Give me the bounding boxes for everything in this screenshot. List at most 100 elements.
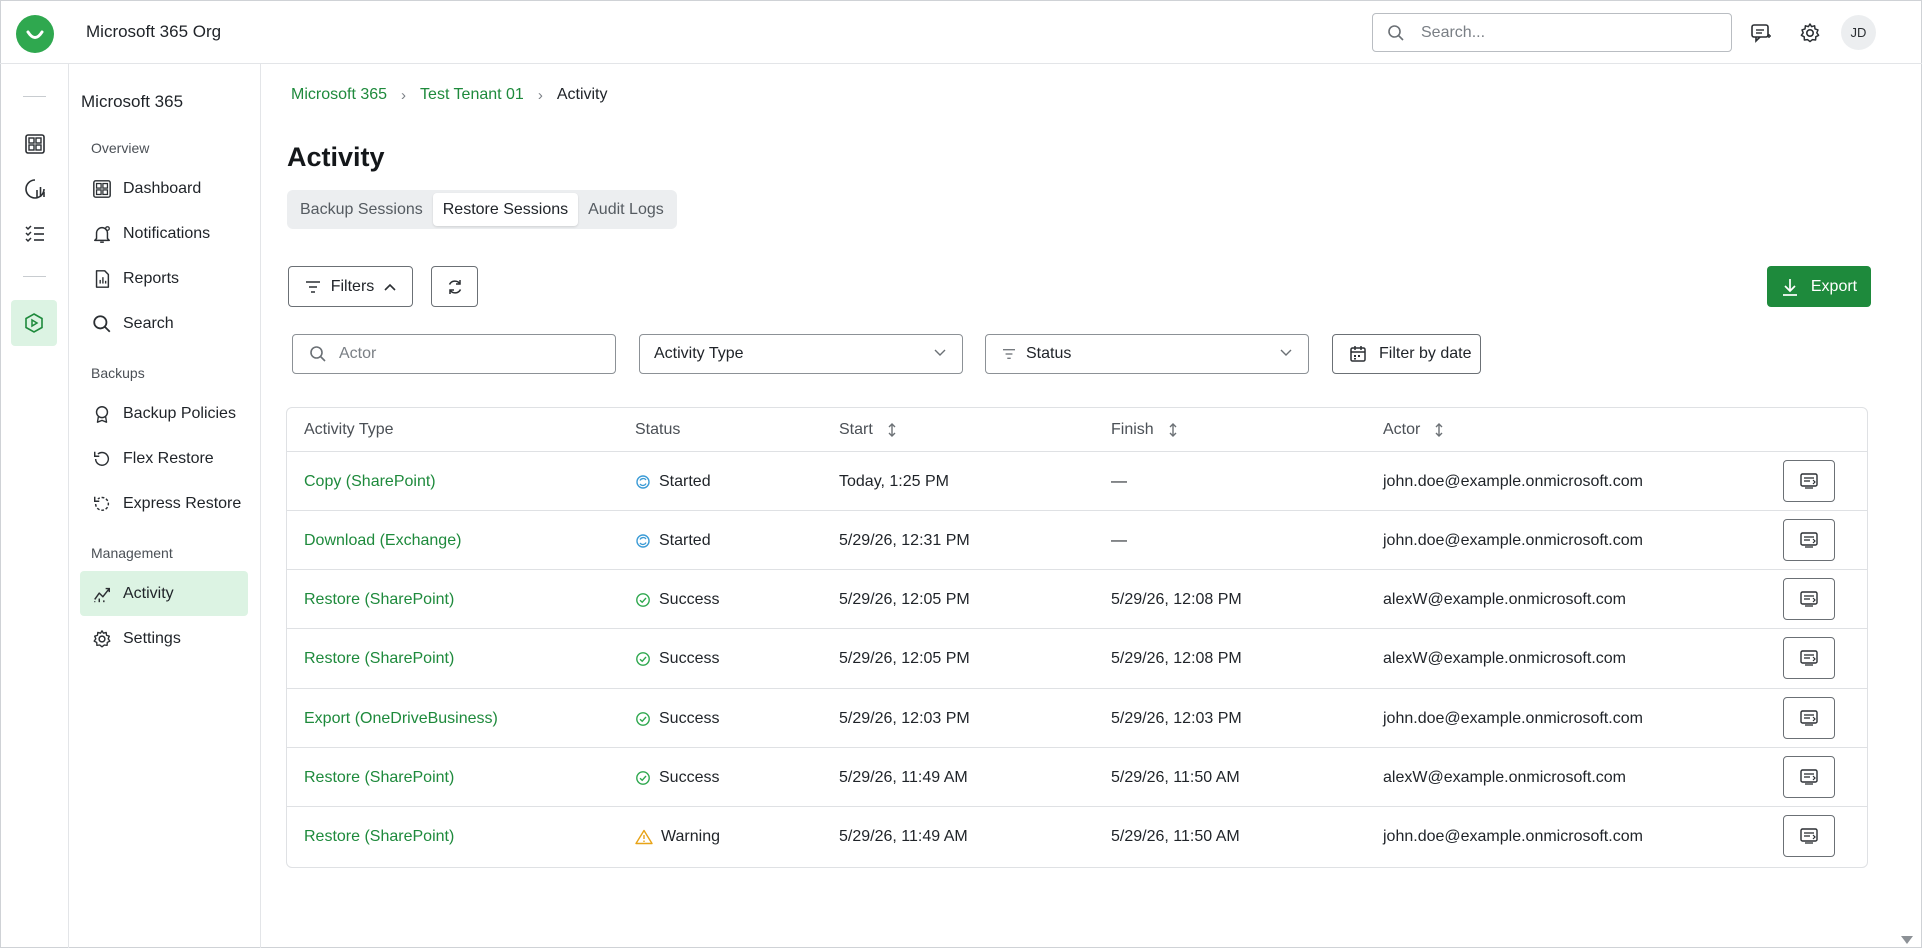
protect-icon[interactable] <box>11 300 57 346</box>
sidebar-item-express-restore[interactable]: Express Restore <box>80 481 248 526</box>
start-cell: Today, 1:25 PM <box>839 472 949 490</box>
sort-icon[interactable] <box>1168 422 1178 438</box>
activity-type-link[interactable]: Copy (SharePoint) <box>304 452 436 511</box>
actor-cell: alexW@example.onmicrosoft.com <box>1383 590 1626 608</box>
top-bar: Microsoft 365 Org JD <box>0 0 1922 64</box>
activity-type-link[interactable]: Restore (SharePoint) <box>304 807 454 866</box>
sidebar-item-activity[interactable]: Activity <box>80 571 248 616</box>
start-cell: 5/29/26, 12:05 PM <box>839 590 970 608</box>
finish-cell: 5/29/26, 11:50 AM <box>1111 827 1240 845</box>
checklist-icon[interactable] <box>23 222 47 246</box>
search-input[interactable] <box>1421 22 1711 44</box>
status-select[interactable]: Status <box>985 334 1309 374</box>
breadcrumb-current: Activity <box>556 86 608 103</box>
global-search[interactable] <box>1372 13 1732 52</box>
tab-audit-logs[interactable]: Audit Logs <box>578 193 674 226</box>
sidebar-item-notifications[interactable]: Notifications <box>80 211 248 256</box>
sidebar-item-label: Backup Policies <box>123 404 236 422</box>
view-details-button[interactable] <box>1783 815 1835 857</box>
details-icon <box>1799 472 1819 490</box>
sidebar-item-settings[interactable]: Settings <box>80 616 248 661</box>
sidebar-item-flex-restore[interactable]: Flex Restore <box>80 436 248 481</box>
start-cell: 5/29/26, 11:49 AM <box>839 768 968 786</box>
dashboard-icon[interactable] <box>23 132 47 156</box>
sidebar-item-label: Flex Restore <box>123 449 214 467</box>
column-header-label: Start <box>839 421 873 438</box>
tab-restore-sessions[interactable]: Restore Sessions <box>432 193 579 226</box>
view-details-button[interactable] <box>1783 460 1835 502</box>
table-row[interactable]: Restore (SharePoint) Success 5/29/26, 12:0… <box>287 569 1867 628</box>
actor-filter-input[interactable]: Actor <box>292 334 616 374</box>
details-icon <box>1799 827 1819 845</box>
view-details-button[interactable] <box>1783 637 1835 679</box>
sidebar-item-label: Activity <box>123 584 174 602</box>
view-details-button[interactable] <box>1783 578 1835 620</box>
finish-cell: 5/29/26, 11:50 AM <box>1111 768 1240 786</box>
status-label: Success <box>659 709 720 727</box>
success-icon <box>635 592 651 608</box>
activity-type-link[interactable]: Restore (SharePoint) <box>304 629 454 688</box>
export-button[interactable]: Export <box>1767 266 1871 307</box>
filters-button[interactable]: Filters <box>288 266 413 307</box>
finish-cell: 5/29/26, 12:08 PM <box>1111 649 1242 667</box>
column-header-activity-type: Activity Type <box>304 421 394 439</box>
sidebar-item-label: Dashboard <box>123 179 202 197</box>
scroll-down-icon[interactable] <box>1900 930 1914 948</box>
breadcrumb-link-tenant[interactable]: Test Tenant 01 <box>420 86 524 104</box>
section-overview: Overview <box>91 140 150 156</box>
app-logo[interactable] <box>16 15 54 53</box>
success-icon <box>635 711 651 727</box>
sort-icon[interactable] <box>1434 422 1444 438</box>
in-progress-icon <box>635 533 651 549</box>
activity-type-select[interactable]: Activity Type <box>639 334 963 374</box>
feedback-icon[interactable] <box>1748 20 1774 46</box>
refresh-button[interactable] <box>431 266 478 307</box>
org-name[interactable]: Microsoft 365 Org <box>86 22 221 42</box>
column-header-actor[interactable]: Actor <box>1383 421 1444 439</box>
sidebar-item-reports[interactable]: Reports <box>80 256 248 301</box>
chevron-down-icon <box>934 349 946 357</box>
sidebar-item-backup-policies[interactable]: Backup Policies <box>80 391 248 436</box>
start-cell: 5/29/26, 12:31 PM <box>839 531 970 549</box>
table-row[interactable]: Restore (SharePoint) Success 5/29/26, 12:0… <box>287 628 1867 687</box>
calendar-icon <box>1349 345 1367 363</box>
table-row[interactable]: Restore (SharePoint) Success 5/29/26, 11:4… <box>287 747 1867 806</box>
chevron-up-icon <box>384 283 396 291</box>
table-row[interactable]: Download (Exchange) Started 5/29/26, 12:31… <box>287 510 1867 569</box>
analytics-icon[interactable] <box>23 177 47 201</box>
sidebar-item-search[interactable]: Search <box>80 301 248 346</box>
view-details-button[interactable] <box>1783 519 1835 561</box>
status-label: Success <box>659 649 720 667</box>
search-icon <box>1387 24 1405 47</box>
sidebar-item-dashboard[interactable]: Dashboard <box>80 166 248 211</box>
filter-by-date-label: Filter by date <box>1379 345 1472 362</box>
in-progress-icon <box>635 474 651 490</box>
column-header-status: Status <box>635 421 680 439</box>
sidebar-item-label: Search <box>123 314 174 332</box>
activity-type-link[interactable]: Restore (SharePoint) <box>304 570 454 629</box>
activity-type-link[interactable]: Export (OneDriveBusiness) <box>304 689 498 748</box>
gear-icon[interactable] <box>1797 20 1823 46</box>
table-row[interactable]: Restore (SharePoint) Warning 5/29/26, 11:4… <box>287 806 1867 865</box>
view-details-button[interactable] <box>1783 756 1835 798</box>
column-header-finish[interactable]: Finish <box>1111 421 1178 439</box>
column-header-start[interactable]: Start <box>839 421 897 439</box>
activity-type-link[interactable]: Download (Exchange) <box>304 511 461 570</box>
filters-label: Filters <box>330 277 375 295</box>
table-row[interactable]: Copy (SharePoint) Started Today, 1:25 PM — j… <box>287 451 1867 510</box>
actor-cell: alexW@example.onmicrosoft.com <box>1383 768 1626 786</box>
details-icon <box>1799 590 1819 608</box>
status-label: Success <box>659 590 720 608</box>
details-icon <box>1799 649 1819 667</box>
view-details-button[interactable] <box>1783 697 1835 739</box>
breadcrumb-link-microsoft-365[interactable]: Microsoft 365 <box>291 86 387 104</box>
table-row[interactable]: Export (OneDriveBusiness) Success 5/29/26,… <box>287 688 1867 747</box>
user-avatar[interactable]: JD <box>1841 15 1876 50</box>
rail-divider <box>23 96 46 97</box>
filter-by-date-button[interactable]: Filter by date <box>1332 334 1481 374</box>
activity-type-link[interactable]: Restore (SharePoint) <box>304 748 454 807</box>
status-cell: Success <box>635 629 719 688</box>
tab-backup-sessions[interactable]: Backup Sessions <box>290 193 433 226</box>
column-header-label: Actor <box>1383 421 1421 438</box>
sort-icon[interactable] <box>887 422 897 438</box>
